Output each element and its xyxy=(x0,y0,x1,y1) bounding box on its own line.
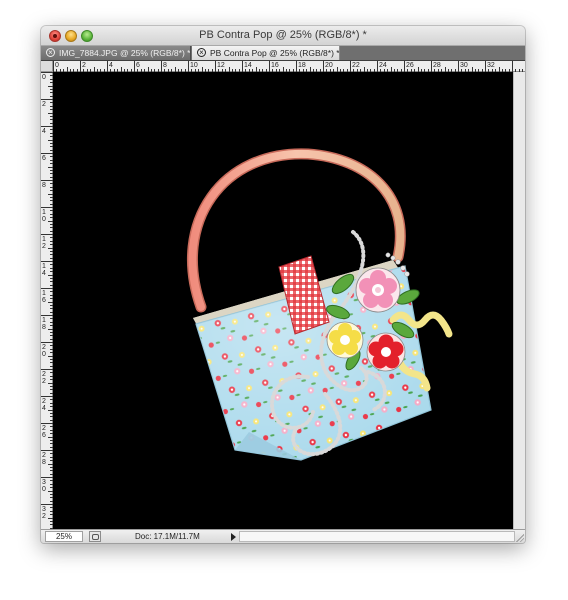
status-menu-arrow-icon[interactable] xyxy=(231,533,236,541)
horizontal-scrollbar[interactable] xyxy=(239,531,515,542)
ruler-label: 14 xyxy=(244,62,252,69)
ruler-label: 32 xyxy=(487,62,495,69)
ruler-label: 4 xyxy=(42,128,46,135)
close-tab-icon[interactable]: × xyxy=(197,48,206,57)
tab-img-7884[interactable]: × IMG_7884.JPG @ 25% (RGB/8*) * xyxy=(41,46,191,60)
ruler-label: 12 xyxy=(217,62,225,69)
document-size-info: Doc: 17.1M/11.7M xyxy=(135,532,200,541)
ruler-label: 4 xyxy=(109,62,113,69)
paper-purse-image xyxy=(187,148,453,461)
ruler-label: 14 xyxy=(42,263,46,277)
ruler-label: 0 xyxy=(42,74,46,81)
ruler-label: 0 xyxy=(55,62,59,69)
ruler-label: 18 xyxy=(298,62,306,69)
vertical-ruler[interactable]: 0 2 4 6 8 10 12 14 16 18 20 22 24 26 28 30 32 xyxy=(41,72,53,529)
ruler-label: 16 xyxy=(271,62,279,69)
ruler-label: 12 xyxy=(42,236,46,250)
ruler-label: 30 xyxy=(42,479,46,493)
document-window: PB Contra Pop @ 25% (RGB/8*) * × IMG_788… xyxy=(41,26,525,543)
tab-pb-contra-pop[interactable]: × PB Contra Pop @ 25% (RGB/8*) * xyxy=(192,46,340,60)
ruler-label: 26 xyxy=(406,62,414,69)
ruler-label: 2 xyxy=(42,101,46,108)
ruler-label: 22 xyxy=(42,371,46,385)
ruler-label: 18 xyxy=(42,317,46,331)
vertical-scrollbar[interactable] xyxy=(513,72,525,529)
status-bar: 25% Doc: 17.1M/11.7M xyxy=(41,529,525,543)
ruler-label: 30 xyxy=(460,62,468,69)
title-bar[interactable]: PB Contra Pop @ 25% (RGB/8*) * xyxy=(41,26,525,46)
ruler-origin-corner[interactable] xyxy=(41,61,53,72)
ruler-label: 22 xyxy=(352,62,360,69)
ruler-label: 8 xyxy=(163,62,167,69)
ruler-label: 6 xyxy=(42,155,46,162)
resize-grip-icon[interactable] xyxy=(515,533,524,542)
document-canvas[interactable] xyxy=(53,72,513,529)
horizontal-ruler[interactable]: 0 2 4 6 8 10 12 14 16 18 20 22 24 26 28 30 32 xyxy=(53,61,525,72)
ruler-label: 20 xyxy=(325,62,333,69)
ruler-label: 26 xyxy=(42,425,46,439)
ruler-label: 20 xyxy=(42,344,46,358)
ruler-label: 16 xyxy=(42,290,46,304)
ruler-label: 10 xyxy=(190,62,198,69)
ruler-label: 28 xyxy=(433,62,441,69)
close-tab-icon[interactable]: × xyxy=(46,48,55,57)
ruler-label: 24 xyxy=(379,62,387,69)
status-info-icon[interactable] xyxy=(89,531,101,542)
window-title: PB Contra Pop @ 25% (RGB/8*) * xyxy=(199,29,367,41)
tab-label: PB Contra Pop @ 25% (RGB/8*) * xyxy=(210,48,340,58)
horizontal-ruler-ticks xyxy=(53,61,523,72)
ruler-label: 10 xyxy=(42,209,46,223)
document-tab-bar: × IMG_7884.JPG @ 25% (RGB/8*) * × PB Con… xyxy=(41,46,525,61)
ruler-label: 2 xyxy=(82,62,86,69)
tab-label: IMG_7884.JPG @ 25% (RGB/8*) * xyxy=(59,48,191,58)
ruler-label: 8 xyxy=(42,182,46,189)
zoom-level-field[interactable]: 25% xyxy=(45,531,83,542)
ruler-label: 6 xyxy=(136,62,140,69)
ruler-label: 28 xyxy=(42,452,46,466)
ruler-label: 32 xyxy=(42,506,46,520)
ruler-label: 24 xyxy=(42,398,46,412)
